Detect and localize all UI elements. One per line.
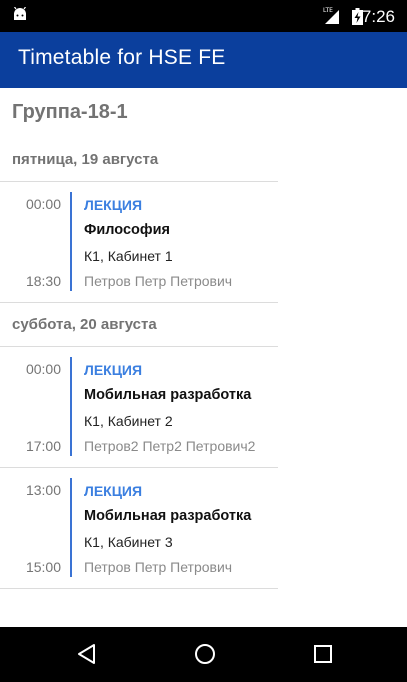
lesson-start-time: 00:00 xyxy=(25,196,61,212)
lesson-item[interactable]: 00:00 17:00 ЛЕКЦИЯ Мобильная разработка … xyxy=(0,347,278,468)
lesson-room: К1, Кабинет 3 xyxy=(84,534,173,550)
lesson-end-time: 18:30 xyxy=(25,273,61,289)
lesson-teacher: Петров2 Петр2 Петрович2 xyxy=(84,438,256,454)
timetable-list[interactable]: Группа-18-1 пятница, 19 августа 00:00 18… xyxy=(0,88,407,627)
lesson-end-time: 15:00 xyxy=(25,559,61,575)
status-clock: 7:26 xyxy=(361,7,395,26)
lte-signal-icon: LTE xyxy=(323,7,339,24)
lesson-end-time: 17:00 xyxy=(25,438,61,454)
lesson-start-time: 00:00 xyxy=(25,361,61,377)
lesson-type: ЛЕКЦИЯ xyxy=(84,483,143,499)
navigation-bar xyxy=(0,627,407,682)
lesson-item[interactable]: 00:00 18:30 ЛЕКЦИЯ Философия К1, Кабинет… xyxy=(0,182,278,303)
lesson-divider xyxy=(70,357,72,456)
lesson-teacher: Петров Петр Петрович xyxy=(84,273,233,289)
back-icon[interactable] xyxy=(74,641,100,667)
lesson-room: К1, Кабинет 1 xyxy=(84,248,173,264)
lesson-divider xyxy=(70,478,72,577)
lesson-subject: Мобильная разработка xyxy=(84,387,252,403)
lesson-subject: Философия xyxy=(84,222,170,238)
lesson-type: ЛЕКЦИЯ xyxy=(84,362,143,378)
day-header: суббота, 20 августа xyxy=(0,303,278,347)
lesson-room: К1, Кабинет 2 xyxy=(84,413,173,429)
lesson-teacher: Петров Петр Петрович xyxy=(84,559,233,575)
home-icon[interactable] xyxy=(192,641,218,667)
app-bar: Timetable for HSE FE xyxy=(0,32,407,88)
lesson-divider xyxy=(70,192,72,291)
recents-icon[interactable] xyxy=(310,641,336,667)
lesson-subject: Мобильная разработка xyxy=(84,508,252,524)
day-label: суббота, 20 августа xyxy=(12,316,157,333)
day-header: пятница, 19 августа xyxy=(0,138,278,182)
lesson-start-time: 13:00 xyxy=(25,482,61,498)
status-bar: LTE 7:26 xyxy=(0,0,407,32)
android-icon xyxy=(14,7,26,20)
lesson-item[interactable]: 13:00 15:00 ЛЕКЦИЯ Мобильная разработка … xyxy=(0,468,278,589)
lesson-type: ЛЕКЦИЯ xyxy=(84,197,143,213)
app-title: Timetable for HSE FE xyxy=(18,46,226,69)
svg-text:LTE: LTE xyxy=(323,7,333,14)
day-label: пятница, 19 августа xyxy=(12,151,159,168)
group-title: Группа-18-1 xyxy=(12,101,128,123)
